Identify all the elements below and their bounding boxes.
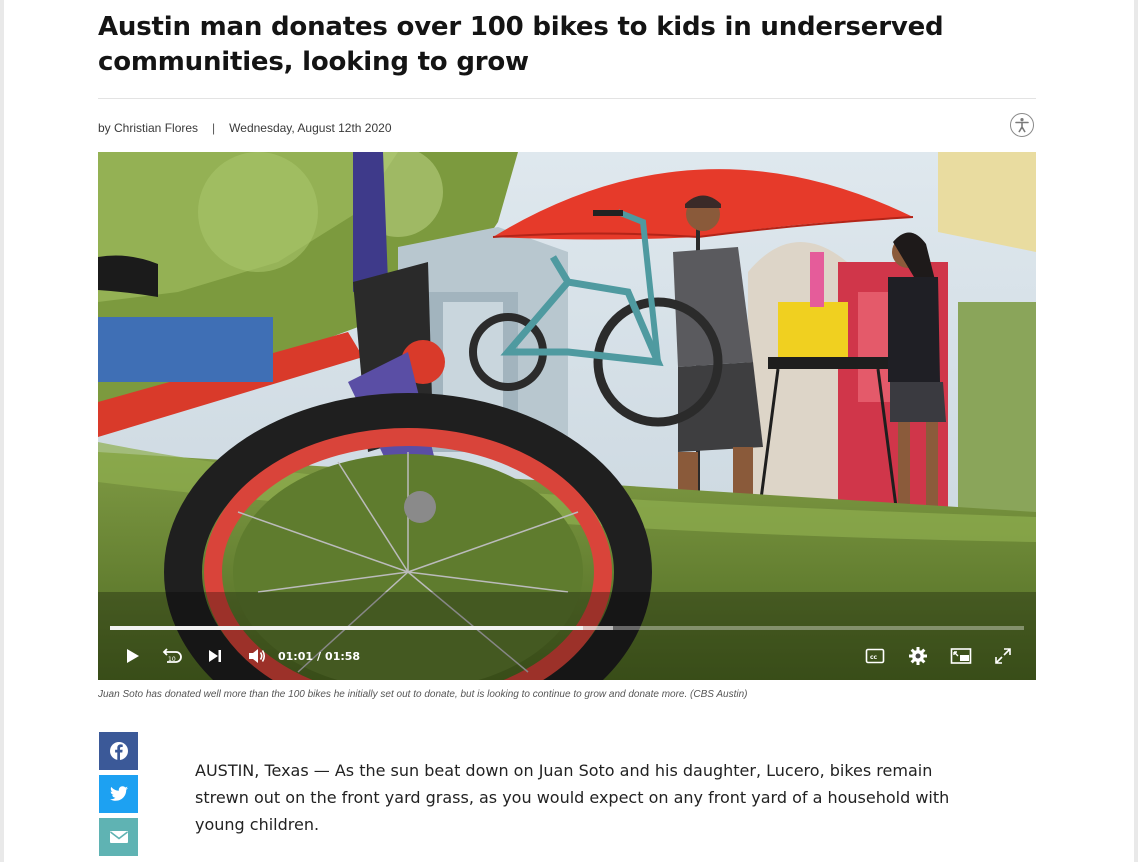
volume-button[interactable] xyxy=(245,644,269,668)
video-progress-bar[interactable] xyxy=(110,626,1024,630)
video-duration: 01:58 xyxy=(325,650,361,663)
settings-button[interactable] xyxy=(906,644,930,668)
closed-captions-button[interactable]: cc xyxy=(863,644,887,668)
replay-10-button[interactable]: 10 xyxy=(160,644,184,668)
video-time-separator: / xyxy=(317,650,322,663)
replay-10-icon: 10 xyxy=(162,648,182,663)
video-frame xyxy=(98,152,1036,680)
play-icon xyxy=(127,649,139,663)
video-caption: Juan Soto has donated well more than the… xyxy=(98,689,748,700)
volume-icon xyxy=(249,649,266,663)
picture-in-picture-button[interactable] xyxy=(949,644,973,668)
share-twitter-button[interactable] xyxy=(99,775,138,813)
play-button[interactable] xyxy=(120,644,144,668)
settings-icon xyxy=(909,647,927,665)
svg-text:cc: cc xyxy=(870,654,878,661)
article-paragraph: AUSTIN, Texas — As the sun beat down on … xyxy=(195,761,950,834)
article-headline: Austin man donates over 100 bikes to kid… xyxy=(98,12,944,77)
byline-separator: | xyxy=(212,121,216,135)
byline: by Christian Flores | Wednesday, August … xyxy=(98,120,392,136)
byline-date: Wednesday, August 12th 2020 xyxy=(229,121,392,135)
video-progress-fill xyxy=(110,626,583,630)
page-border-right xyxy=(1134,0,1138,862)
picture-in-picture-icon xyxy=(950,648,972,664)
skip-next-button[interactable] xyxy=(203,644,227,668)
email-icon xyxy=(109,831,128,843)
accessibility-icon xyxy=(1015,118,1029,133)
video-controls: 10 01:01/01:58 cc xyxy=(98,640,1036,674)
twitter-icon xyxy=(109,786,128,801)
video-current-time: 01:01 xyxy=(278,650,314,663)
page-border-left xyxy=(0,0,4,862)
facebook-icon xyxy=(109,742,128,760)
video-player[interactable]: 10 01:01/01:58 cc xyxy=(98,152,1036,680)
svg-text:10: 10 xyxy=(168,656,176,663)
fullscreen-icon xyxy=(995,648,1011,664)
accessibility-button[interactable] xyxy=(1010,113,1034,137)
skip-next-icon xyxy=(209,650,221,662)
byline-author[interactable]: by Christian Flores xyxy=(98,121,198,135)
share-email-button[interactable] xyxy=(99,818,138,856)
video-time-display: 01:01/01:58 xyxy=(278,650,360,663)
fullscreen-button[interactable] xyxy=(991,644,1015,668)
closed-captions-icon: cc xyxy=(865,648,885,664)
headline-divider xyxy=(98,98,1036,99)
share-facebook-button[interactable] xyxy=(99,732,138,770)
